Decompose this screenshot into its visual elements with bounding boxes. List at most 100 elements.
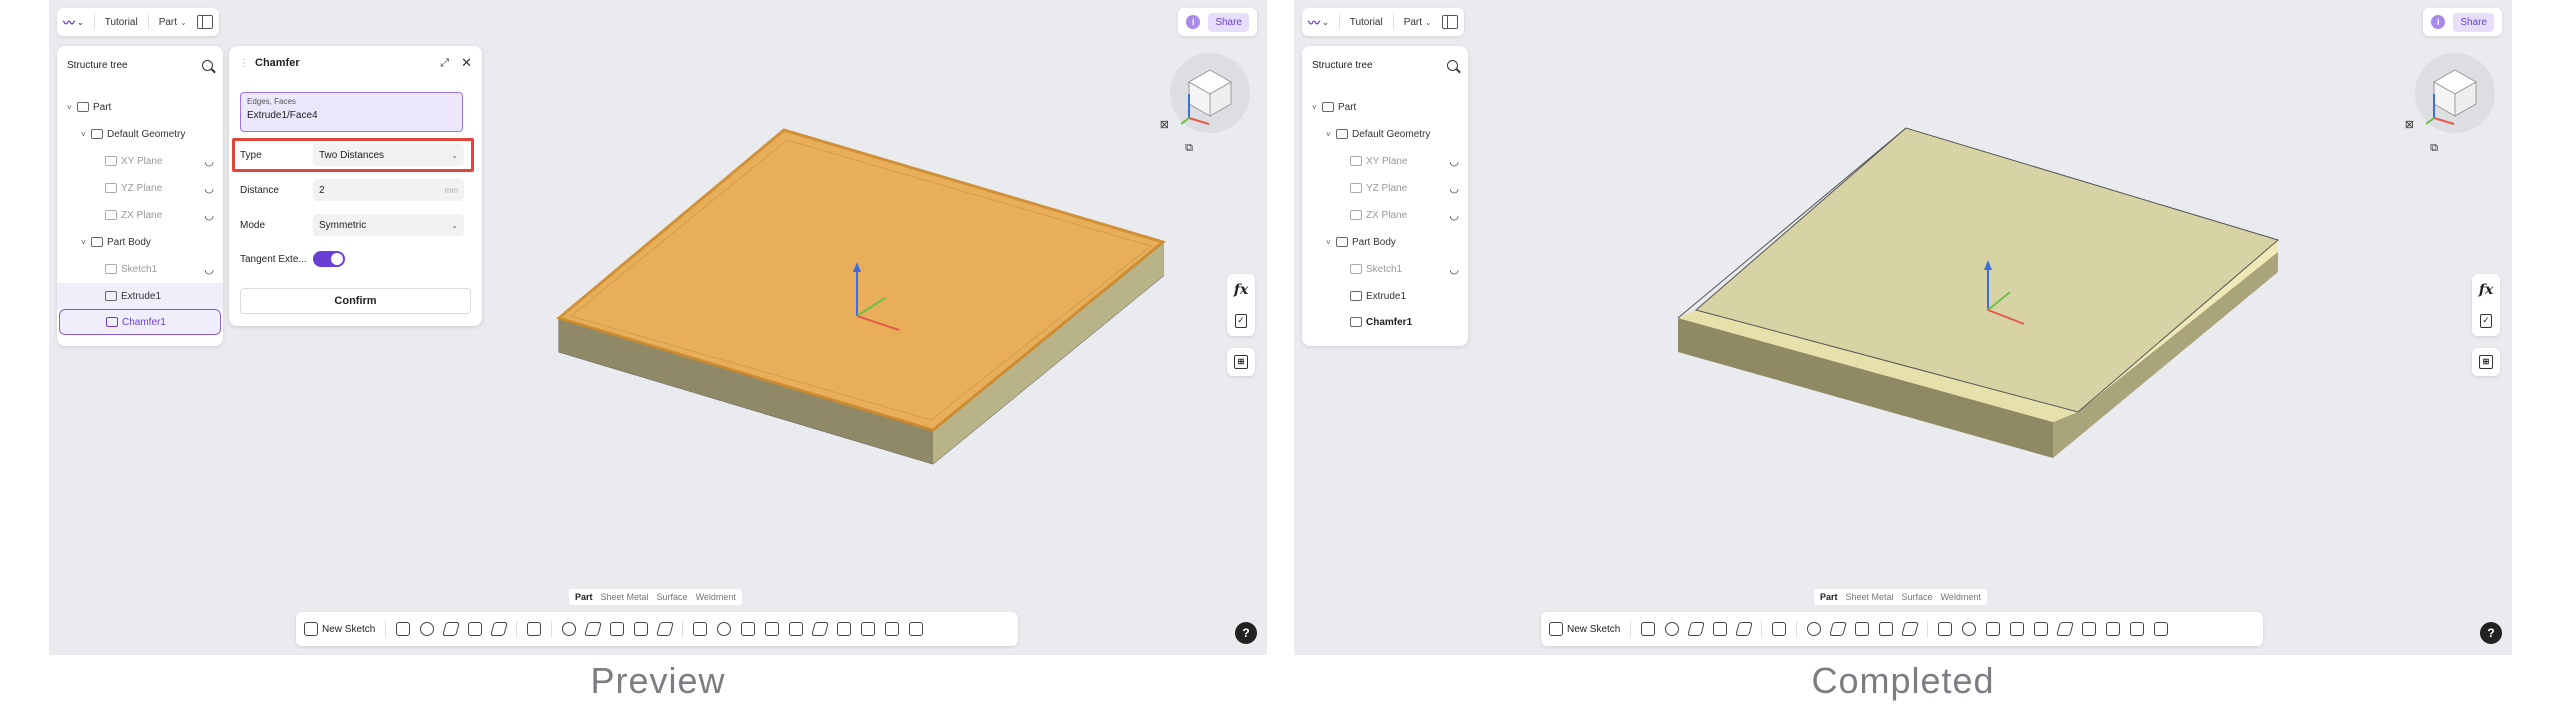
edges-faces-field[interactable]: Edges, Faces Extrude1/Face4 [240,92,463,132]
tutorial-link[interactable]: Tutorial [1350,17,1383,28]
app-logo[interactable]: 〰 ⌄ [1308,14,1329,31]
tree-item-default-geometry[interactable]: ˅ Default Geometry [1302,121,1468,147]
fillet-icon[interactable] [562,622,577,636]
tangent-toggle[interactable] [313,251,345,267]
loft-icon[interactable] [468,622,483,636]
formula-icon[interactable]: fx [2479,282,2493,298]
calculator-icon[interactable]: ⊞ [2479,355,2493,369]
preview-viewport[interactable]: 〰 ⌄ Tutorial Part ⌄ i Share Structure tree… [49,0,1267,655]
loft-icon[interactable] [1713,622,1728,636]
info-icon[interactable]: i [1186,15,1201,29]
eye-closed-icon[interactable]: ◡ [204,182,214,195]
tab-sheet-metal[interactable]: Sheet Metal [1846,592,1894,602]
eye-closed-icon[interactable]: ◡ [204,155,214,168]
tree-item-extrude1[interactable]: Extrude1 [57,283,223,309]
move-face-icon[interactable] [837,622,852,636]
close-icon[interactable]: ✕ [461,55,472,71]
tab-weldment[interactable]: Weldment [1941,592,1981,602]
mirror-icon[interactable] [717,622,732,636]
sweep-icon[interactable] [442,622,461,636]
tree-item-xy-plane[interactable]: XY Plane ◡ [1302,148,1468,174]
extrude-icon[interactable] [396,622,411,636]
move-face-icon[interactable] [2082,622,2097,636]
transform-icon[interactable] [2034,622,2049,636]
search-icon[interactable] [1447,59,1458,71]
tree-item-xy-plane[interactable]: XY Plane ◡ [57,148,223,174]
tab-surface[interactable]: Surface [1902,592,1933,602]
part-menu[interactable]: Part ⌄ [159,17,187,28]
boolean-icon[interactable] [1986,622,2001,636]
shell-icon[interactable] [1879,622,1894,636]
tree-item-extrude1[interactable]: Extrude1 [1302,283,1468,309]
tree-item-yz-plane[interactable]: YZ Plane ◡ [57,175,223,201]
sidebar-toggle-icon[interactable] [196,15,213,29]
tab-surface[interactable]: Surface [657,592,688,602]
tree-item-zx-plane[interactable]: ZX Plane ◡ [57,202,223,228]
type-select[interactable]: Two Distances ⌄ [313,144,464,166]
share-button[interactable]: Share [2453,12,2494,32]
view-mode-icon[interactable]: ⧉ [2430,142,2438,155]
chamfer-icon[interactable] [1829,622,1848,636]
calculator-icon[interactable]: ⊞ [1234,355,1248,369]
draft-icon[interactable] [1855,622,1870,636]
tab-part[interactable]: Part [575,592,593,602]
part-menu[interactable]: Part ⌄ [1404,17,1432,28]
confirm-button[interactable]: Confirm [240,288,471,314]
offset-face-icon[interactable] [861,622,876,636]
tree-item-part[interactable]: ˅ Part [57,94,223,120]
eye-closed-icon[interactable]: ◡ [204,263,214,276]
rib-icon[interactable] [1735,622,1754,636]
mode-select[interactable]: Symmetric ⌄ [313,214,464,236]
app-logo[interactable]: 〰 ⌄ [63,14,84,31]
distance-input[interactable]: 2 mm [313,179,464,201]
transform-icon[interactable] [789,622,804,636]
more-tools-icon[interactable] [2154,622,2169,636]
checklist-icon[interactable]: ✓ [2480,314,2492,328]
tab-sheet-metal[interactable]: Sheet Metal [601,592,649,602]
tree-item-yz-plane[interactable]: YZ Plane ◡ [1302,175,1468,201]
delete-face-icon[interactable] [885,622,900,636]
sidebar-toggle-icon[interactable] [1441,15,1458,29]
tree-item-sketch1[interactable]: Sketch1 ◡ [57,256,223,282]
pattern-icon[interactable] [1938,622,1953,636]
tab-weldment[interactable]: Weldment [696,592,736,602]
view-cube[interactable] [2410,48,2500,138]
revolve-icon[interactable] [1665,622,1680,636]
draft-icon[interactable] [610,622,625,636]
completed-viewport[interactable]: 〰 ⌄ Tutorial Part ⌄ i Share Structure tree… [1294,0,2512,655]
fillet-icon[interactable] [1807,622,1822,636]
tree-item-part[interactable]: ˅ Part [1302,94,1468,120]
eye-closed-icon[interactable]: ◡ [204,209,214,222]
drag-handle-icon[interactable]: ⋮ [239,58,249,69]
revolve-icon[interactable] [420,622,435,636]
more-tools-icon[interactable] [909,622,924,636]
delete-face-icon[interactable] [2130,622,2145,636]
replace-face-icon[interactable] [2056,622,2075,636]
tree-item-chamfer1[interactable]: Chamfer1 [1302,309,1468,335]
hole-icon[interactable] [527,622,542,636]
chamfer-icon[interactable] [584,622,603,636]
mirror-icon[interactable] [1962,622,1977,636]
tree-item-default-geometry[interactable]: ˅ Default Geometry [57,121,223,147]
pattern-icon[interactable] [693,622,708,636]
eye-closed-icon[interactable]: ◡ [1449,209,1459,222]
help-button[interactable]: ? [1235,622,1257,644]
eye-closed-icon[interactable]: ◡ [1449,155,1459,168]
replace-face-icon[interactable] [811,622,830,636]
new-sketch-button[interactable]: New Sketch [1549,622,1620,636]
view-cube[interactable] [1165,48,1255,138]
tab-part[interactable]: Part [1820,592,1838,602]
offset-face-icon[interactable] [2106,622,2121,636]
formula-icon[interactable]: fx [1234,282,1248,298]
share-button[interactable]: Share [1208,12,1249,32]
info-icon[interactable]: i [2431,15,2446,29]
checklist-icon[interactable]: ✓ [1235,314,1247,328]
tree-item-part-body[interactable]: ˅ Part Body [1302,229,1468,255]
thicken-icon[interactable] [1901,622,1920,636]
rib-icon[interactable] [490,622,509,636]
fit-view-icon[interactable]: ⊠ [2405,118,2414,131]
eye-closed-icon[interactable]: ◡ [1449,182,1459,195]
sweep-icon[interactable] [1687,622,1706,636]
fit-view-icon[interactable]: ⊠ [1160,118,1169,131]
tree-item-part-body[interactable]: ˅ Part Body [57,229,223,255]
